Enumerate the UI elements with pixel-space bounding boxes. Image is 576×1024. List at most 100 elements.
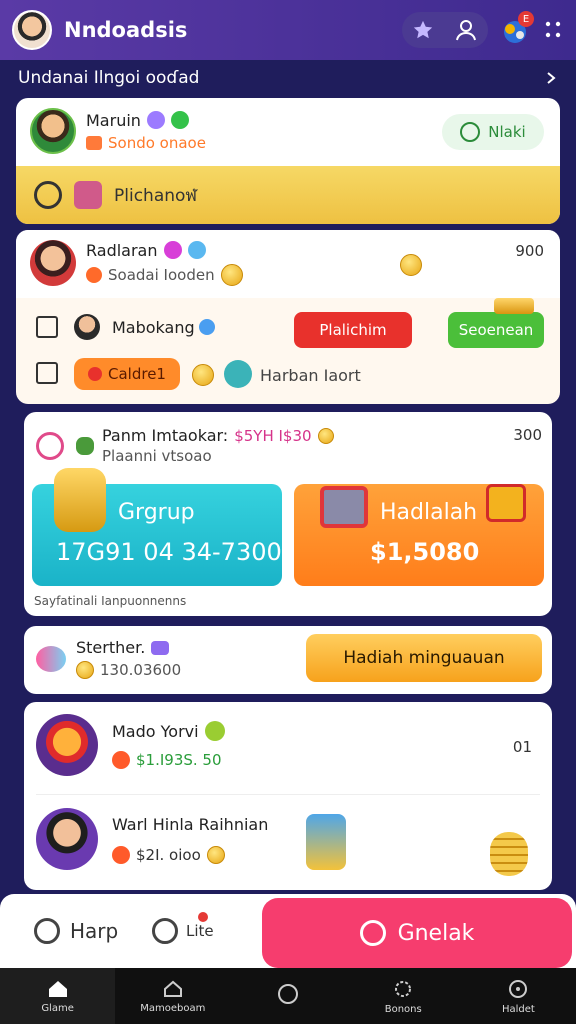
coin-icon bbox=[220, 263, 243, 286]
offer-value: 900 bbox=[515, 242, 544, 260]
weekly-name: Sterther. bbox=[76, 638, 146, 657]
live-label: Lite bbox=[186, 922, 214, 940]
check-circle-icon bbox=[460, 122, 481, 142]
nav-profile[interactable]: Haldet bbox=[461, 968, 576, 1024]
coin-outline-icon bbox=[359, 920, 386, 946]
coin-icon bbox=[192, 364, 214, 386]
home-icon bbox=[48, 980, 67, 997]
badge-icon bbox=[198, 319, 215, 335]
gold-bar-icon bbox=[494, 298, 534, 314]
row-name: Mabokang bbox=[112, 317, 195, 337]
tile-value: $1,5080 bbox=[370, 538, 480, 566]
action-bar: Harp Lite Gnelak bbox=[0, 894, 576, 968]
coin-icon bbox=[400, 254, 422, 276]
coin-icon bbox=[206, 845, 225, 864]
badge-icon bbox=[146, 111, 165, 129]
chip-label: Caldre1 bbox=[108, 365, 166, 383]
section-title: Undanai Ilngoi ooɗad bbox=[18, 68, 200, 88]
flame-icon bbox=[86, 266, 102, 283]
weekly-prize-button[interactable]: Hadiah minguauan bbox=[306, 634, 542, 682]
nav-center[interactable] bbox=[230, 968, 345, 1024]
star-icon[interactable] bbox=[412, 19, 434, 41]
badge-icon bbox=[163, 241, 182, 259]
nav-label: Bonons bbox=[384, 1003, 422, 1015]
header-pill bbox=[402, 12, 488, 48]
primary-cta-button[interactable]: Gnelak bbox=[262, 898, 572, 968]
nav-messages[interactable]: Mamoeboam bbox=[115, 968, 230, 1024]
tile-value: 17G91 04 34-7300 bbox=[56, 538, 282, 566]
timer-icon bbox=[152, 918, 178, 944]
ring-icon bbox=[36, 431, 64, 460]
chat-icon bbox=[34, 918, 60, 944]
gift-avatar bbox=[36, 714, 98, 776]
banner-text: Plichanoฬ bbox=[114, 185, 198, 206]
winner-avatar bbox=[36, 808, 98, 870]
tile-title: Hadlalah bbox=[380, 500, 478, 525]
target-icon bbox=[509, 979, 528, 998]
winner-count: 01 bbox=[512, 738, 532, 756]
winners-card: Mado Yorvi $1.I93S. 50 01 Warl Hinla Rai… bbox=[24, 702, 552, 890]
mark-button[interactable]: Nlaki bbox=[442, 114, 544, 150]
nav-label: Glame bbox=[41, 1002, 74, 1014]
offer-sub: Soadai Iooden bbox=[108, 265, 215, 284]
nav-bonus[interactable]: Bonons bbox=[346, 968, 461, 1024]
gift-icon bbox=[86, 135, 102, 150]
check-icon bbox=[34, 181, 62, 209]
clover-icon bbox=[76, 436, 94, 455]
nav-label: Haldet bbox=[501, 1003, 535, 1015]
live-dot-icon bbox=[198, 912, 208, 922]
checkbox[interactable] bbox=[36, 316, 58, 338]
ticket-icon bbox=[88, 367, 103, 381]
rewards-card: Panm Imtaokar: $5YH I$30 Plaanni vtsoao … bbox=[24, 412, 552, 616]
green-action-button[interactable]: Seoenean bbox=[448, 312, 544, 348]
banner[interactable]: Plichanoฬ bbox=[16, 166, 560, 224]
app-header: Nndoadsis E bbox=[0, 0, 576, 60]
row-text: Harban Iaort bbox=[260, 366, 361, 385]
primary-cta-label: Gnelak bbox=[397, 920, 475, 946]
offer-card: Radlaran Soadai Iooden 900 Mabokang Plal… bbox=[16, 230, 560, 404]
nav-label: Mamoeboam bbox=[140, 1002, 206, 1014]
app-title: Nndoadsis bbox=[64, 18, 188, 42]
rewards-value: 300 bbox=[513, 426, 542, 444]
profile-status: Sondo onaoe bbox=[108, 133, 206, 152]
chevron-right-icon[interactable] bbox=[544, 71, 558, 85]
rewards-title: Panm Imtaokar: bbox=[102, 426, 229, 445]
gift-box-icon bbox=[486, 484, 526, 522]
candy-icon bbox=[36, 645, 66, 672]
red-action-button[interactable]: Plalichim bbox=[294, 312, 412, 348]
rewards-footer: Sayfatinali Ianpuonnenns bbox=[34, 594, 187, 608]
gold-hand-icon bbox=[54, 468, 106, 532]
winner-name: Warl Hinla Raihnian bbox=[112, 814, 269, 834]
badge-icon bbox=[187, 241, 206, 259]
rewards-price: $5YH I$30 bbox=[234, 426, 312, 445]
profile-name: Maruin bbox=[86, 110, 141, 130]
bottom-nav: Glame Mamoeboam Bonons Haldet bbox=[0, 968, 576, 1024]
coin-icon bbox=[317, 427, 334, 444]
winner-value: $2I. oioo bbox=[136, 845, 201, 864]
help-label: Harp bbox=[70, 919, 119, 943]
flame-icon bbox=[112, 751, 130, 769]
notification-icon[interactable]: E bbox=[498, 11, 534, 47]
live-button[interactable]: Lite bbox=[152, 918, 214, 944]
coin-icon bbox=[76, 661, 94, 679]
emoji-icon bbox=[204, 721, 225, 741]
nav-home[interactable]: Glame bbox=[0, 968, 116, 1024]
weekly-sub: 130.03600 bbox=[100, 661, 182, 679]
winner-value: $1.I93S. 50 bbox=[136, 751, 222, 769]
user-icon[interactable] bbox=[454, 18, 478, 42]
tile-title: Grgrup bbox=[118, 500, 195, 525]
coin-card-icon bbox=[306, 814, 346, 870]
weekly-card: Sterther. 130.03600 Hadiah minguauan bbox=[24, 626, 552, 694]
avatar[interactable] bbox=[12, 10, 52, 50]
offer-name: Radlaran bbox=[86, 240, 158, 260]
flame-icon bbox=[112, 845, 130, 864]
banner-avatar-icon bbox=[74, 181, 102, 209]
help-button[interactable]: Harp bbox=[34, 918, 118, 944]
orange-chip-button[interactable]: Caldre1 bbox=[74, 358, 180, 390]
mark-button-label: Nlaki bbox=[488, 123, 526, 141]
checkbox[interactable] bbox=[36, 362, 58, 384]
more-grid-icon[interactable] bbox=[542, 19, 564, 41]
circle-icon bbox=[278, 984, 298, 1004]
section-header[interactable]: Undanai Ilngoi ooɗad bbox=[0, 60, 576, 96]
profile-avatar bbox=[30, 108, 76, 154]
